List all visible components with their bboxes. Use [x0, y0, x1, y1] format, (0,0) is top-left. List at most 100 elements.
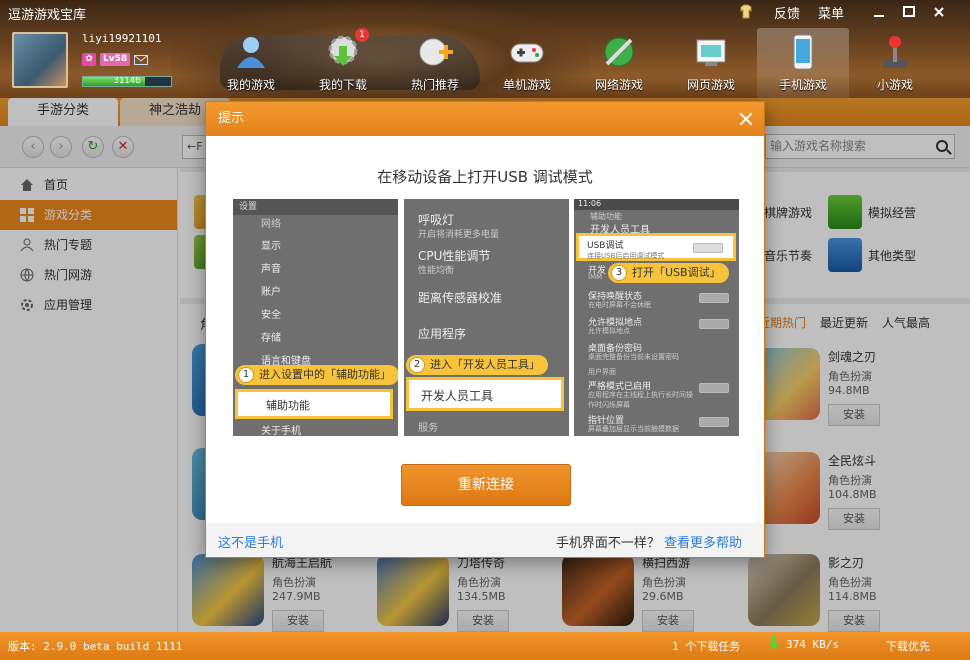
dialog-body: 在移动设备上打开USB 调试模式 设置 网络 显示 声音 账户 安全 存储 语言… [206, 136, 764, 524]
nav-my-games[interactable]: 我的游戏 [205, 28, 297, 98]
dev-tools-highlight: 开发人员工具 [406, 377, 564, 411]
nav-label: 热门推荐 [410, 78, 459, 92]
skin-icon[interactable] [738, 2, 754, 22]
step-pill-3: 3 打开「USB调试」 [608, 263, 729, 283]
minimize-button[interactable] [872, 2, 886, 22]
settings-row: 账户 [261, 287, 281, 298]
nav-label: 单机游戏 [502, 78, 551, 92]
settings-row: 安全 [261, 310, 281, 321]
step-number: 1 [238, 367, 254, 383]
option-title: 呼吸灯 [418, 213, 455, 227]
option-toggle [699, 319, 729, 329]
nav-label: 我的下载 [318, 78, 367, 92]
nav-hot-recommend[interactable]: 热门推荐 [389, 28, 481, 98]
mobile-phone-icon [783, 32, 823, 72]
web-games-icon [691, 32, 731, 72]
settings-row: 显示 [261, 241, 281, 252]
download-priority[interactable]: 下载优先 [886, 638, 930, 654]
different-ui-text: 手机界面不一样？ [555, 536, 660, 551]
option-toggle [699, 417, 729, 427]
username: liyi19921101 [82, 32, 162, 45]
vip-badge-icon: ✿ [82, 53, 96, 66]
gamepad-icon [507, 32, 547, 72]
settings-header: 设置 [233, 199, 398, 215]
menu-link[interactable]: 菜单 [818, 2, 844, 22]
step-text: 进入设置中的「辅助功能」 [259, 368, 391, 381]
hot-recommend-icon [415, 32, 455, 72]
guide-screenshot-settings: 设置 网络 显示 声音 账户 安全 存储 语言和键盘 辅助功能 关于手机 1 进… [233, 199, 398, 436]
option-title: 距离传感器校准 [418, 291, 503, 305]
step-number: 2 [409, 357, 425, 373]
version-text: 版本: 2.9.0 beta build 1111 [8, 640, 183, 653]
maximize-button[interactable] [902, 2, 916, 22]
download-tasks[interactable]: 1 个下载任务 [672, 638, 740, 654]
nav-mobile-games[interactable]: 手机游戏 [757, 28, 849, 98]
settings-row: 网络 [261, 219, 281, 230]
dialog-heading: 在移动设备上打开USB 调试模式 [377, 168, 593, 186]
accessibility-highlight: 辅助功能 [235, 389, 393, 419]
not-phone-link[interactable]: 这不是手机 [218, 532, 283, 551]
main-nav: 我的游戏 1 我的下载 热门推荐 单机游戏 网络游戏 网页游戏 手机游戏 小游戏 [205, 28, 941, 98]
option-title: CPU性能调节 [418, 249, 491, 263]
close-icon[interactable] [738, 111, 754, 127]
highlight-label: 开发人员工具 [421, 389, 494, 403]
guide-screenshot-dev-tools: 11:06 辅助功能 开发人员工具 USB调试 连接USB后启用调试模式 开发 … [574, 199, 739, 436]
nav-label: 网页游戏 [686, 78, 735, 92]
exp-bar: 31146 [82, 76, 172, 87]
step-number: 3 [611, 265, 627, 281]
nav-mini-games[interactable]: 小游戏 [849, 28, 941, 98]
usb-debug-dialog: 提示 在移动设备上打开USB 调试模式 设置 网络 显示 声音 账户 安全 存储… [205, 101, 765, 558]
app-title: 逗游游戏宝库 [8, 8, 87, 23]
usb-toggle [693, 243, 723, 253]
option-sub: 开启将消耗更多电量 [418, 230, 500, 240]
download-count-badge: 1 [355, 28, 369, 42]
phone-status-time: 11:06 [574, 199, 739, 210]
joystick-icon [875, 32, 915, 72]
option-sub: 性能均衡 [418, 266, 455, 276]
my-games-icon [231, 32, 271, 72]
option-toggle [699, 383, 729, 393]
download-arrow-icon [768, 636, 780, 653]
mail-icon[interactable] [134, 54, 149, 65]
option-toggle [699, 293, 729, 303]
level-badge: Lv58 [100, 53, 131, 66]
step-pill-1: 1 进入设置中的「辅助功能」 [235, 365, 398, 385]
download-gear-icon: 1 [323, 28, 369, 72]
close-window-button[interactable] [932, 2, 946, 22]
reconnect-button[interactable]: 重新连接 [401, 464, 571, 506]
usb-debug-highlight: USB调试 连接USB后启用调试模式 [576, 233, 736, 261]
step-pill-2: 2 进入「开发人员工具」 [406, 355, 548, 375]
exp-value: 31146 [113, 76, 141, 86]
step-text: 打开「USB调试」 [632, 266, 721, 279]
user-badges: ✿ Lv58 [82, 53, 149, 66]
dialog-title: 提示 [218, 111, 245, 126]
globe-sword-icon [599, 32, 639, 72]
nav-web-games[interactable]: 网页游戏 [665, 28, 757, 98]
option-title: 应用程序 [418, 327, 467, 341]
avatar[interactable] [12, 32, 68, 88]
top-banner: 逗游游戏宝库 反馈 菜单 liyi19921101 ✿ Lv58 31146 我… [0, 0, 970, 100]
guide-screenshot-accessibility: 呼吸灯 开启将消耗更多电量 CPU性能调节 性能均衡 距离传感器校准 应用程序 … [404, 199, 569, 436]
nav-my-downloads[interactable]: 1 我的下载 [297, 28, 389, 98]
section-label: 服务 [418, 423, 438, 434]
nav-online-games[interactable]: 网络游戏 [573, 28, 665, 98]
settings-row: 关于手机 [261, 426, 301, 436]
dialog-footer: 这不是手机 手机界面不一样？ 查看更多帮助 [206, 523, 764, 557]
feedback-link[interactable]: 反馈 [774, 2, 800, 22]
nav-label: 手机游戏 [778, 78, 827, 92]
nav-single-games[interactable]: 单机游戏 [481, 28, 573, 98]
status-bar: 版本: 2.9.0 beta build 1111 1 个下载任务 374 KB… [0, 632, 970, 660]
nav-label: 网络游戏 [594, 78, 643, 92]
step-text: 进入「开发人员工具」 [430, 358, 540, 371]
option-sub: 应用程序在主线程上执行长时间操作时闪烁屏幕 [588, 391, 693, 409]
highlight-label: 辅助功能 [266, 399, 310, 412]
nav-label: 我的游戏 [226, 78, 275, 92]
option-sub: 桌面完整备份当前未设置密码 [588, 353, 679, 361]
more-help-link[interactable]: 查看更多帮助 [664, 536, 742, 551]
dialog-header: 提示 [206, 102, 764, 136]
nav-label: 小游戏 [876, 78, 913, 92]
settings-row: 声音 [261, 264, 281, 275]
settings-row: 存储 [261, 333, 281, 344]
help-text: 手机界面不一样？ 查看更多帮助 [556, 532, 742, 551]
section-label: 用户界面 [588, 368, 616, 376]
